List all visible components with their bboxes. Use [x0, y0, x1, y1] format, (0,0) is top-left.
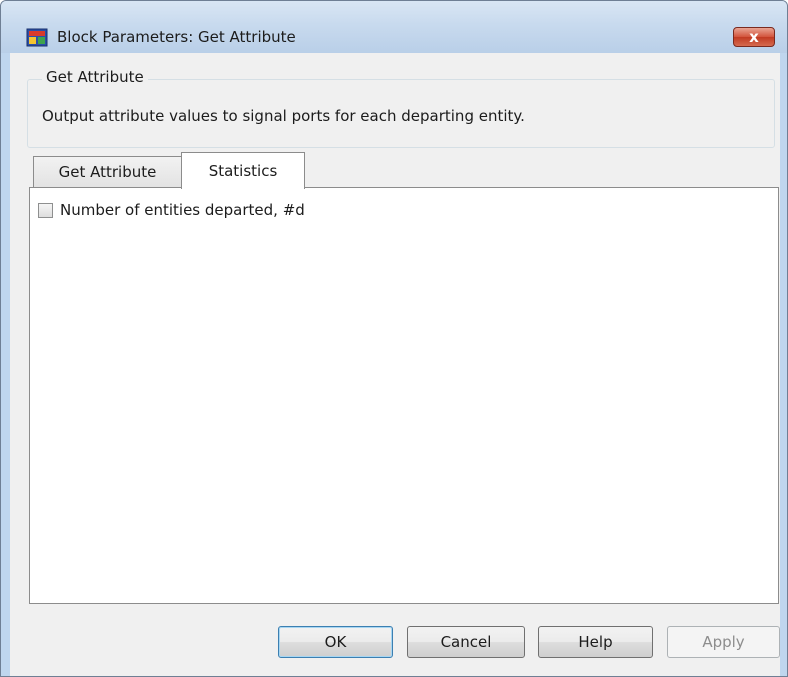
tab-get-attribute[interactable]: Get Attribute [33, 156, 182, 187]
cancel-button[interactable]: Cancel [407, 626, 525, 658]
departed-count-checkbox[interactable] [38, 203, 53, 218]
statistics-tab-panel: Number of entities departed, #d [29, 187, 779, 604]
block-description: Output attribute values to signal ports … [42, 107, 525, 125]
ok-button[interactable]: OK [278, 626, 393, 658]
block-description-group: Get Attribute Output attribute values to… [27, 68, 775, 148]
dialog-window: Block Parameters: Get Attribute x Get At… [0, 0, 788, 677]
dialog-client-area: Get Attribute Output attribute values to… [10, 53, 780, 676]
title-bar[interactable]: Block Parameters: Get Attribute x [1, 1, 787, 53]
close-icon: x [749, 28, 759, 46]
apply-button[interactable]: Apply [667, 626, 780, 658]
close-button[interactable]: x [733, 27, 775, 47]
departed-count-label[interactable]: Number of entities departed, #d [60, 201, 305, 219]
tab-statistics[interactable]: Statistics [181, 152, 305, 189]
simulink-block-icon [26, 28, 48, 47]
group-title: Get Attribute [42, 68, 148, 86]
window-title: Block Parameters: Get Attribute [57, 28, 296, 46]
help-button[interactable]: Help [538, 626, 653, 658]
